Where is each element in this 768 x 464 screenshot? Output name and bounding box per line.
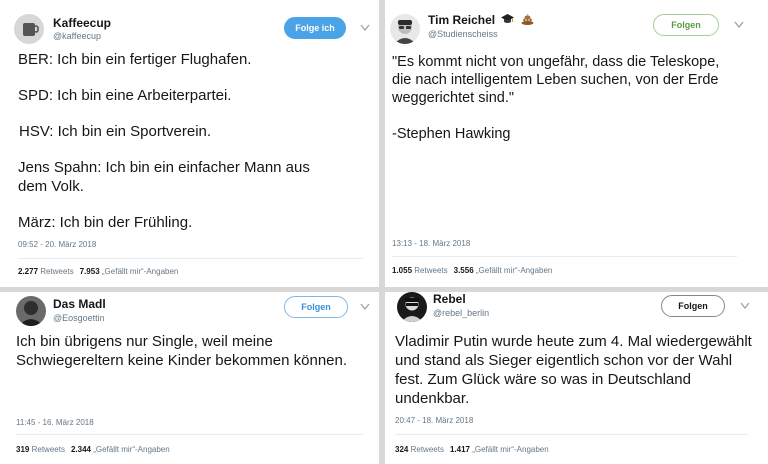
- separator: [16, 434, 363, 435]
- tweet-text-line: BER: Ich bin ein fertiger Flughafen.: [18, 51, 252, 68]
- likes-label[interactable]: „Gefällt mir“-Angaben: [472, 445, 548, 454]
- engagement-stats: 319 Retweets 2.344 „Gefällt mir“-Angaben: [16, 445, 170, 454]
- tweet-text-line: SPD: Ich bin eine Arbeiterpartei.: [18, 87, 232, 104]
- user-handle[interactable]: @Studienscheiss: [428, 29, 498, 39]
- engagement-stats: 2.277 Retweets 7.953 „Gefällt mir“-Angabe…: [18, 267, 178, 276]
- follow-button[interactable]: Folgen: [653, 14, 719, 36]
- tweet-text-line: März: Ich bin der Frühling.: [18, 214, 193, 231]
- follow-button[interactable]: Folgen: [284, 296, 348, 318]
- retweets-label[interactable]: Retweets: [32, 445, 65, 454]
- avatar[interactable]: [397, 292, 427, 322]
- display-name[interactable]: Kaffeecup: [53, 16, 111, 30]
- following-button[interactable]: Folge ich: [284, 17, 346, 39]
- tweet-collage: Kaffeecup @kaffeecup Folge ich BER: Ich …: [0, 0, 768, 464]
- like-count[interactable]: 1.417: [450, 445, 470, 454]
- likes-label[interactable]: „Gefällt mir“-Angaben: [476, 266, 552, 275]
- retweet-count[interactable]: 2.277: [18, 267, 38, 276]
- tweet-card-kaffeecup: Kaffeecup @kaffeecup Folge ich BER: Ich …: [0, 0, 379, 287]
- chevron-down-icon[interactable]: [360, 303, 370, 311]
- retweets-label[interactable]: Retweets: [40, 267, 73, 276]
- tweet-text: Vladimir Putin wurde heute zum 4. Mal wi…: [395, 333, 752, 407]
- tweet-text: Ich bin übrigens nur Single, weil meine …: [16, 333, 348, 369]
- timestamp[interactable]: 13:13 - 18. März 2018: [392, 239, 470, 248]
- display-name[interactable]: Tim Reichel: [428, 13, 495, 27]
- retweets-label[interactable]: Retweets: [411, 445, 444, 454]
- like-count[interactable]: 3.556: [454, 266, 474, 275]
- engagement-stats: 324 Retweets 1.417 „Gefällt mir“-Angaben: [395, 445, 549, 454]
- retweet-count[interactable]: 324: [395, 445, 408, 454]
- avatar[interactable]: [390, 14, 420, 44]
- tweet-text: "Es kommt nicht von ungefähr, dass die T…: [392, 54, 720, 142]
- tweet-card-tim-reichel: Tim Reichel @Studienscheiss Folgen "Es k…: [385, 0, 768, 287]
- retweets-label[interactable]: Retweets: [414, 266, 447, 275]
- timestamp[interactable]: 20:47 - 18. März 2018: [395, 416, 473, 425]
- engagement-stats: 1.055 Retweets 3.556 „Gefällt mir“-Angabe…: [392, 266, 552, 275]
- chevron-down-icon[interactable]: [360, 24, 370, 32]
- avatar[interactable]: [16, 296, 46, 326]
- separator: [18, 258, 363, 259]
- avatar[interactable]: [14, 14, 44, 44]
- display-name[interactable]: Rebel: [433, 292, 466, 306]
- graduation-cap-icon: [501, 13, 515, 28]
- like-count[interactable]: 7.953: [80, 267, 100, 276]
- tweet-text-line: HSV: Ich bin ein Sportverein.: [19, 123, 212, 140]
- retweet-count[interactable]: 319: [16, 445, 29, 454]
- tweet-card-rebel: Rebel @rebel_berlin Folgen Vladimir Puti…: [385, 292, 768, 464]
- user-handle[interactable]: @Eosgoettin: [53, 313, 105, 323]
- user-handle[interactable]: @kaffeecup: [53, 31, 101, 41]
- chevron-down-icon[interactable]: [740, 302, 750, 310]
- separator: [392, 256, 737, 257]
- tweet-text-line: Jens Spahn: Ich bin ein einfacher Mann a…: [18, 159, 310, 195]
- separator: [395, 434, 748, 435]
- user-handle[interactable]: @rebel_berlin: [433, 308, 489, 318]
- follow-button[interactable]: Folgen: [661, 295, 725, 317]
- timestamp[interactable]: 11:45 - 16. März 2018: [16, 418, 94, 427]
- tweet-text: BER: Ich bin ein fertiger Flughafen. SPD…: [18, 50, 338, 232]
- retweet-count[interactable]: 1.055: [392, 266, 412, 275]
- pile-of-poo-icon: [521, 13, 534, 28]
- timestamp[interactable]: 09:52 - 20. März 2018: [18, 240, 96, 249]
- display-name[interactable]: Das Madl: [53, 297, 106, 311]
- tweet-card-das-madl: Das Madl @Eosgoettin Folgen Ich bin übri…: [0, 292, 379, 464]
- like-count[interactable]: 2.344: [71, 445, 91, 454]
- likes-label[interactable]: „Gefällt mir“-Angaben: [102, 267, 178, 276]
- likes-label[interactable]: „Gefällt mir“-Angaben: [93, 445, 169, 454]
- display-name-row: Tim Reichel: [428, 13, 534, 28]
- chevron-down-icon[interactable]: [734, 21, 744, 29]
